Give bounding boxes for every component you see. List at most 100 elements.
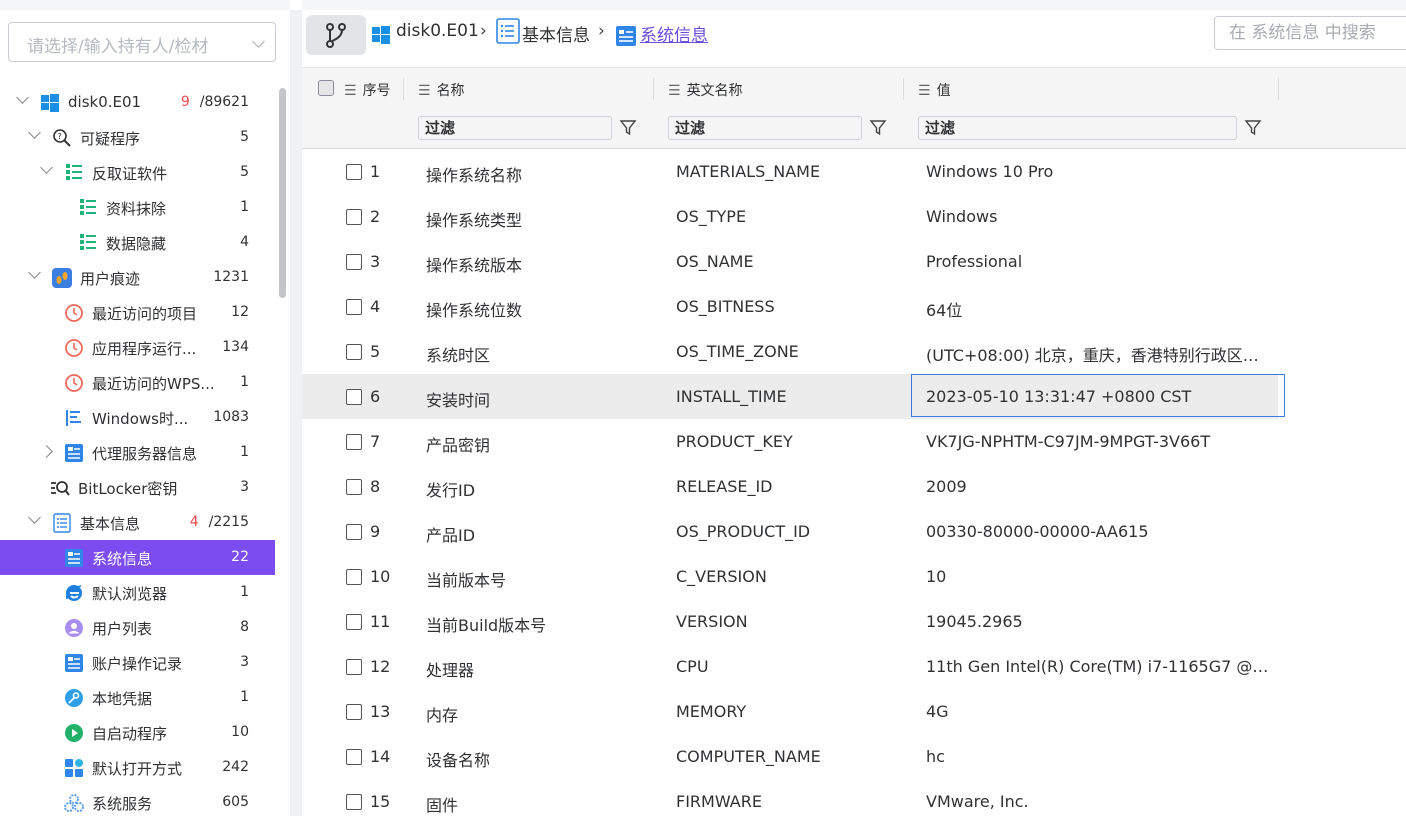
column-header-name[interactable]: ☰ 名称	[418, 80, 465, 100]
cell-name[interactable]: 设备名称	[426, 747, 666, 771]
row-checkbox[interactable]	[346, 254, 362, 270]
chevron-down-icon[interactable]	[40, 161, 53, 174]
cell-name[interactable]: 操作系统类型	[426, 207, 666, 231]
row-checkbox[interactable]	[346, 524, 362, 540]
owner-select[interactable]: 请选择/输入持有人/检材	[8, 22, 276, 62]
search-box[interactable]	[1214, 16, 1406, 50]
cell-english-name[interactable]: C_VERSION	[676, 567, 906, 586]
cell-name[interactable]: 固件	[426, 792, 666, 816]
cell-value[interactable]: VMware, Inc.	[926, 792, 1272, 811]
column-separator[interactable]	[903, 78, 904, 100]
cell-name[interactable]: 当前Build版本号	[426, 612, 666, 636]
row-checkbox[interactable]	[346, 704, 362, 720]
row-checkbox[interactable]	[346, 299, 362, 315]
cell-value[interactable]: 00330-80000-00000-AA615	[926, 522, 1272, 541]
table-row[interactable]: 13 内存 MEMORY 4G	[302, 689, 1278, 735]
cell-name[interactable]: 安装时间	[426, 387, 666, 411]
table-row[interactable]: 1 操作系统名称 MATERIALS_NAME Windows 10 Pro	[302, 149, 1278, 195]
cell-name[interactable]: 产品密钥	[426, 432, 666, 456]
tree-node[interactable]: 自启动程序 10	[0, 715, 275, 750]
cell-name[interactable]: 发行ID	[426, 477, 666, 501]
row-checkbox[interactable]	[346, 614, 362, 630]
filter-input-english[interactable]	[673, 118, 827, 138]
table-row[interactable]: 4 操作系统位数 OS_BITNESS 64位	[302, 284, 1278, 330]
tree-node[interactable]: 代理服务器信息 1	[0, 435, 275, 470]
tree-node[interactable]: 资料抹除 1	[0, 190, 275, 225]
breadcrumb-item-basic-info[interactable]: 基本信息	[522, 21, 590, 46]
filter-box-english[interactable]	[668, 116, 862, 140]
table-row[interactable]: 11 当前Build版本号 VERSION 19045.2965	[302, 599, 1278, 645]
cell-value[interactable]: hc	[926, 747, 1272, 766]
cell-english-name[interactable]: INSTALL_TIME	[676, 387, 906, 406]
column-menu-icon[interactable]: ☰	[668, 83, 681, 99]
cell-english-name[interactable]: OS_NAME	[676, 252, 906, 271]
cell-name[interactable]: 处理器	[426, 657, 666, 681]
cell-english-name[interactable]: RELEASE_ID	[676, 477, 906, 496]
row-checkbox[interactable]	[346, 344, 362, 360]
table-row[interactable]: 9 产品ID OS_PRODUCT_ID 00330-80000-00000-AA61…	[302, 509, 1278, 555]
cell-value[interactable]: Windows 10 Pro	[926, 162, 1272, 181]
tree-node[interactable]: 系统信息 22	[0, 540, 275, 575]
cell-name[interactable]: 操作系统名称	[426, 162, 666, 186]
column-header-index[interactable]: ☰ 序号	[344, 80, 391, 100]
table-row[interactable]: 2 操作系统类型 OS_TYPE Windows	[302, 194, 1278, 240]
cell-value[interactable]: 4G	[926, 702, 1272, 721]
tree-node[interactable]: 用户痕迹 1231	[0, 260, 275, 295]
chevron-down-icon[interactable]	[252, 35, 265, 48]
table-row[interactable]: 10 当前版本号 C_VERSION 10	[302, 554, 1278, 600]
tree-node[interactable]: 默认打开方式 242	[0, 750, 275, 785]
row-checkbox[interactable]	[346, 479, 362, 495]
cell-value[interactable]: 64位	[926, 297, 1272, 321]
chevron-down-icon[interactable]	[28, 126, 41, 139]
cell-english-name[interactable]: VERSION	[676, 612, 906, 631]
column-menu-icon[interactable]: ☰	[418, 83, 431, 99]
cell-value[interactable]: 19045.2965	[926, 612, 1272, 631]
filter-icon[interactable]	[619, 118, 637, 136]
tree-node[interactable]: disk0.E01 9/89621	[0, 85, 275, 120]
table-row[interactable]: 6 安装时间 INSTALL_TIME 2023-05-10 13:31:47 +08…	[302, 374, 1278, 420]
filter-icon[interactable]	[1244, 118, 1262, 136]
row-checkbox[interactable]	[346, 794, 362, 810]
cell-english-name[interactable]: OS_TIME_ZONE	[676, 342, 906, 361]
tree-node[interactable]: 最近访问的项目 12	[0, 295, 275, 330]
cell-name[interactable]: 产品ID	[426, 522, 666, 546]
cell-value[interactable]: 2009	[926, 477, 1272, 496]
table-row[interactable]: 15 固件 FIRMWARE VMware, Inc.	[302, 779, 1278, 816]
tree-scrollbar[interactable]	[279, 88, 286, 298]
column-separator[interactable]	[403, 78, 404, 100]
select-all-checkbox[interactable]	[318, 80, 334, 96]
breadcrumb-item-disk[interactable]: disk0.E01	[396, 21, 479, 41]
cell-value[interactable]: 10	[926, 567, 1272, 586]
row-checkbox[interactable]	[346, 164, 362, 180]
tree-node[interactable]: 反取证软件 5	[0, 155, 275, 190]
tree-node[interactable]: 系统服务 605	[0, 785, 275, 820]
tree-node[interactable]: 最近访问的WPS... 1	[0, 365, 275, 400]
chevron-down-icon[interactable]	[28, 266, 41, 279]
filter-input-value[interactable]	[923, 118, 1077, 138]
filter-icon[interactable]	[869, 118, 887, 136]
cell-value[interactable]: 2023-05-10 13:31:47 +0800 CST	[926, 387, 1272, 406]
search-input[interactable]	[1227, 22, 1406, 44]
tree-node[interactable]: 基本信息 4/2215	[0, 505, 275, 540]
cell-value[interactable]: VK7JG-NPHTM-C97JM-9MPGT-3V66T	[926, 432, 1272, 451]
table-row[interactable]: 14 设备名称 COMPUTER_NAME hc	[302, 734, 1278, 780]
tree-node[interactable]: 应用程序运行... 134	[0, 330, 275, 365]
tree-node[interactable]: 本地凭据 1	[0, 680, 275, 715]
column-header-value[interactable]: ☰ 值	[918, 80, 951, 100]
cell-english-name[interactable]: OS_BITNESS	[676, 297, 906, 316]
panel-divider[interactable]	[290, 10, 302, 816]
column-separator[interactable]	[653, 78, 654, 100]
branch-button[interactable]	[306, 15, 366, 55]
table-row[interactable]: 7 产品密钥 PRODUCT_KEY VK7JG-NPHTM-C97JM-9MPGT-…	[302, 419, 1278, 465]
cell-english-name[interactable]: CPU	[676, 657, 906, 676]
row-checkbox[interactable]	[346, 434, 362, 450]
cell-name[interactable]: 系统时区	[426, 342, 666, 366]
chevron-down-icon[interactable]	[28, 511, 41, 524]
column-menu-icon[interactable]: ☰	[918, 83, 931, 99]
row-checkbox[interactable]	[346, 569, 362, 585]
tree-node[interactable]: ? 可疑程序 5	[0, 120, 275, 155]
table-row[interactable]: 5 系统时区 OS_TIME_ZONE (UTC+08:00) 北京，重庆，香港特别行…	[302, 329, 1278, 375]
cell-name[interactable]: 内存	[426, 702, 666, 726]
tree-node[interactable]: BitLocker密钥 3	[0, 470, 275, 505]
tree-node[interactable]: 数据隐藏 4	[0, 225, 275, 260]
